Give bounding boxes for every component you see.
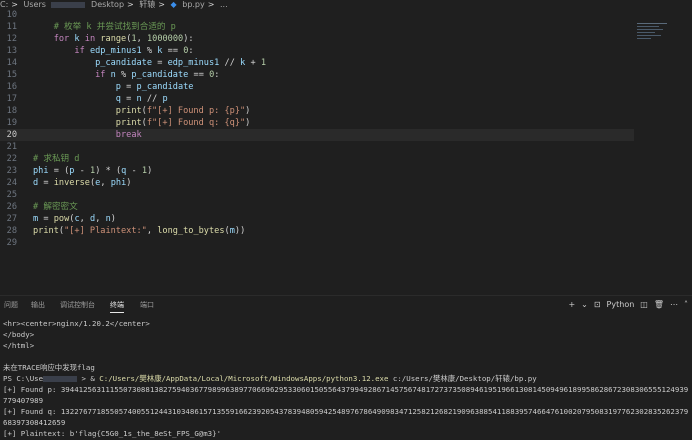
code-text: # 枚举 k 并尝试找到合适的 p (53, 22, 176, 32)
code-line[interactable]: 18 print(f"[+] Found p: {p}") (0, 105, 634, 117)
code-line[interactable]: 24 d = inverse(e, phi) (0, 177, 634, 189)
code-line[interactable]: 19 print(f"[+] Found q: {q}") (0, 117, 634, 129)
code-text: print("[+] Plaintext:", long_to_bytes(m)… (33, 226, 246, 236)
terminal-line: </body> (3, 330, 35, 339)
chevron-down-icon[interactable]: ⌄ (581, 300, 588, 309)
line-number: 13 (6, 46, 17, 56)
code-line[interactable]: 27 m = pow(c, d, n) (0, 213, 634, 225)
split-terminal-icon[interactable]: ◫ (640, 300, 648, 309)
breadcrumb-drive[interactable]: C: (0, 0, 8, 9)
panel-toolbar: + ⌄ ⊡ Python ◫ 🗑 ⋯ ˄ (568, 297, 688, 311)
terminal-line: </html> (3, 341, 35, 350)
line-number: 15 (6, 70, 17, 80)
tab-output[interactable]: 输出 (31, 296, 45, 314)
code-editor[interactable]: 10 11 # 枚举 k 并尝试找到合适的 p 12 for k in range(… (0, 9, 692, 291)
script-path: c:/Users/樊林康/Desktop/轩辕/bp.py (388, 374, 537, 383)
tab-problems[interactable]: 问题 (4, 296, 18, 314)
line-number: 19 (6, 118, 17, 128)
found-q-line: [+] Found q: 132276771855057400551244310… (3, 407, 689, 427)
code-text: phi = (p - 1) * (q - 1) (33, 166, 153, 176)
trash-icon[interactable]: 🗑 (654, 300, 664, 309)
plaintext-line: [+] Plaintext: b'flag{C5G0_1s_the_8eSt_F… (3, 429, 222, 438)
redacted-block (51, 1, 86, 8)
line-number: 23 (6, 166, 17, 176)
line-number: 24 (6, 178, 17, 188)
line-number: 28 (6, 226, 17, 236)
line-number: 21 (6, 142, 17, 152)
breadcrumb-users[interactable]: Users (24, 0, 46, 9)
code-text: q = n // p (115, 94, 168, 104)
line-number: 20 (6, 130, 17, 140)
line-number: 10 (6, 10, 17, 20)
code-text: print(f"[+] Found q: {q}") (115, 118, 251, 128)
code-line[interactable]: 29 (0, 237, 634, 249)
line-number: 11 (6, 22, 17, 32)
code-line[interactable]: 22 # 求私钥 d (0, 153, 634, 165)
tab-debug-console[interactable]: 调试控制台 (60, 296, 95, 314)
shell-name[interactable]: Python (607, 300, 635, 309)
redacted-block (43, 376, 78, 382)
code-text: if edp_minus1 % k == 0: (74, 46, 194, 56)
code-line[interactable]: 10 (0, 9, 634, 21)
line-number: 12 (6, 34, 17, 44)
code-text: print(f"[+] Found p: {p}") (115, 106, 251, 116)
found-p-line: [+] Found p: 394412563111550730881382759… (3, 385, 689, 405)
python-file-icon: ◆ (170, 0, 177, 9)
code-line[interactable]: 17 q = n // p (0, 93, 634, 105)
code-text: # 求私钥 d (33, 154, 80, 164)
breadcrumb-file[interactable]: bp.py (182, 0, 205, 9)
line-number: 14 (6, 58, 17, 68)
minimap[interactable] (637, 23, 677, 53)
more-icon[interactable]: ⋯ (670, 300, 678, 309)
prompt: PS C:\Use (3, 374, 44, 383)
breadcrumb: C: > Users Desktop > 轩辕 > ◆ bp.py > ... (0, 0, 692, 9)
terminal-output[interactable]: <hr><center>nginx/1.20.2</center> </body… (0, 316, 692, 440)
code-text: # 解密密文 (33, 202, 78, 212)
code-line[interactable]: 20 break (0, 129, 634, 141)
terminal-line: <hr><center>nginx/1.20.2</center> (3, 319, 150, 328)
code-text: d = inverse(e, phi) (33, 178, 132, 188)
line-number: 18 (6, 106, 17, 116)
prompt-rest: > & (77, 374, 100, 383)
code-line[interactable]: 13 if edp_minus1 % k == 0: (0, 45, 634, 57)
line-number: 26 (6, 202, 17, 212)
python-exe-path: C:/Users/樊林康/AppData/Local/Microsoft/Win… (99, 374, 389, 383)
code-text: p = p_candidate (115, 82, 194, 92)
breadcrumb-folder[interactable]: 轩辕 (139, 0, 155, 9)
code-line[interactable]: 23 phi = (p - 1) * (q - 1) (0, 165, 634, 177)
code-line[interactable]: 15 if n % p_candidate == 0: (0, 69, 634, 81)
line-number: 17 (6, 94, 17, 104)
code-line[interactable]: 25 (0, 189, 634, 201)
code-text: break (115, 130, 142, 140)
chevron-up-icon[interactable]: ˄ (684, 300, 688, 309)
code-line[interactable]: 14 p_candidate = edp_minus1 // k + 1 (0, 57, 634, 69)
tab-ports[interactable]: 端口 (140, 296, 154, 314)
line-number: 29 (6, 238, 17, 248)
code-text: p_candidate = edp_minus1 // k + 1 (95, 58, 267, 68)
line-number: 16 (6, 82, 17, 92)
code-line[interactable]: 16 p = p_candidate (0, 81, 634, 93)
line-number: 22 (6, 154, 17, 164)
terminal-icon: ⊡ (593, 299, 601, 309)
code-text: if n % p_candidate == 0: (95, 70, 220, 80)
code-line[interactable]: 21 (0, 141, 634, 153)
code-text: m = pow(c, d, n) (33, 214, 116, 224)
breadcrumb-more[interactable]: ... (220, 0, 228, 9)
code-text: for k in range(1, 1000000): (53, 34, 194, 44)
code-line[interactable]: 26 # 解密密文 (0, 201, 634, 213)
terminal-line: 未在TRACE响应中发现flag (3, 363, 95, 372)
tab-terminal[interactable]: 终端 (110, 296, 124, 313)
code-line[interactable]: 11 # 枚举 k 并尝试找到合适的 p (0, 21, 634, 33)
line-number: 27 (6, 214, 17, 224)
breadcrumb-desktop[interactable]: Desktop (91, 0, 124, 9)
line-number: 25 (6, 190, 17, 200)
code-line[interactable]: 28 print("[+] Plaintext:", long_to_bytes(… (0, 225, 634, 237)
code-line[interactable]: 12 for k in range(1, 1000000): (0, 33, 634, 45)
terminal-command-line: PS C:\Use > & C:/Users/樊林康/AppData/Local… (3, 373, 537, 384)
new-terminal-icon[interactable]: + (568, 300, 575, 309)
